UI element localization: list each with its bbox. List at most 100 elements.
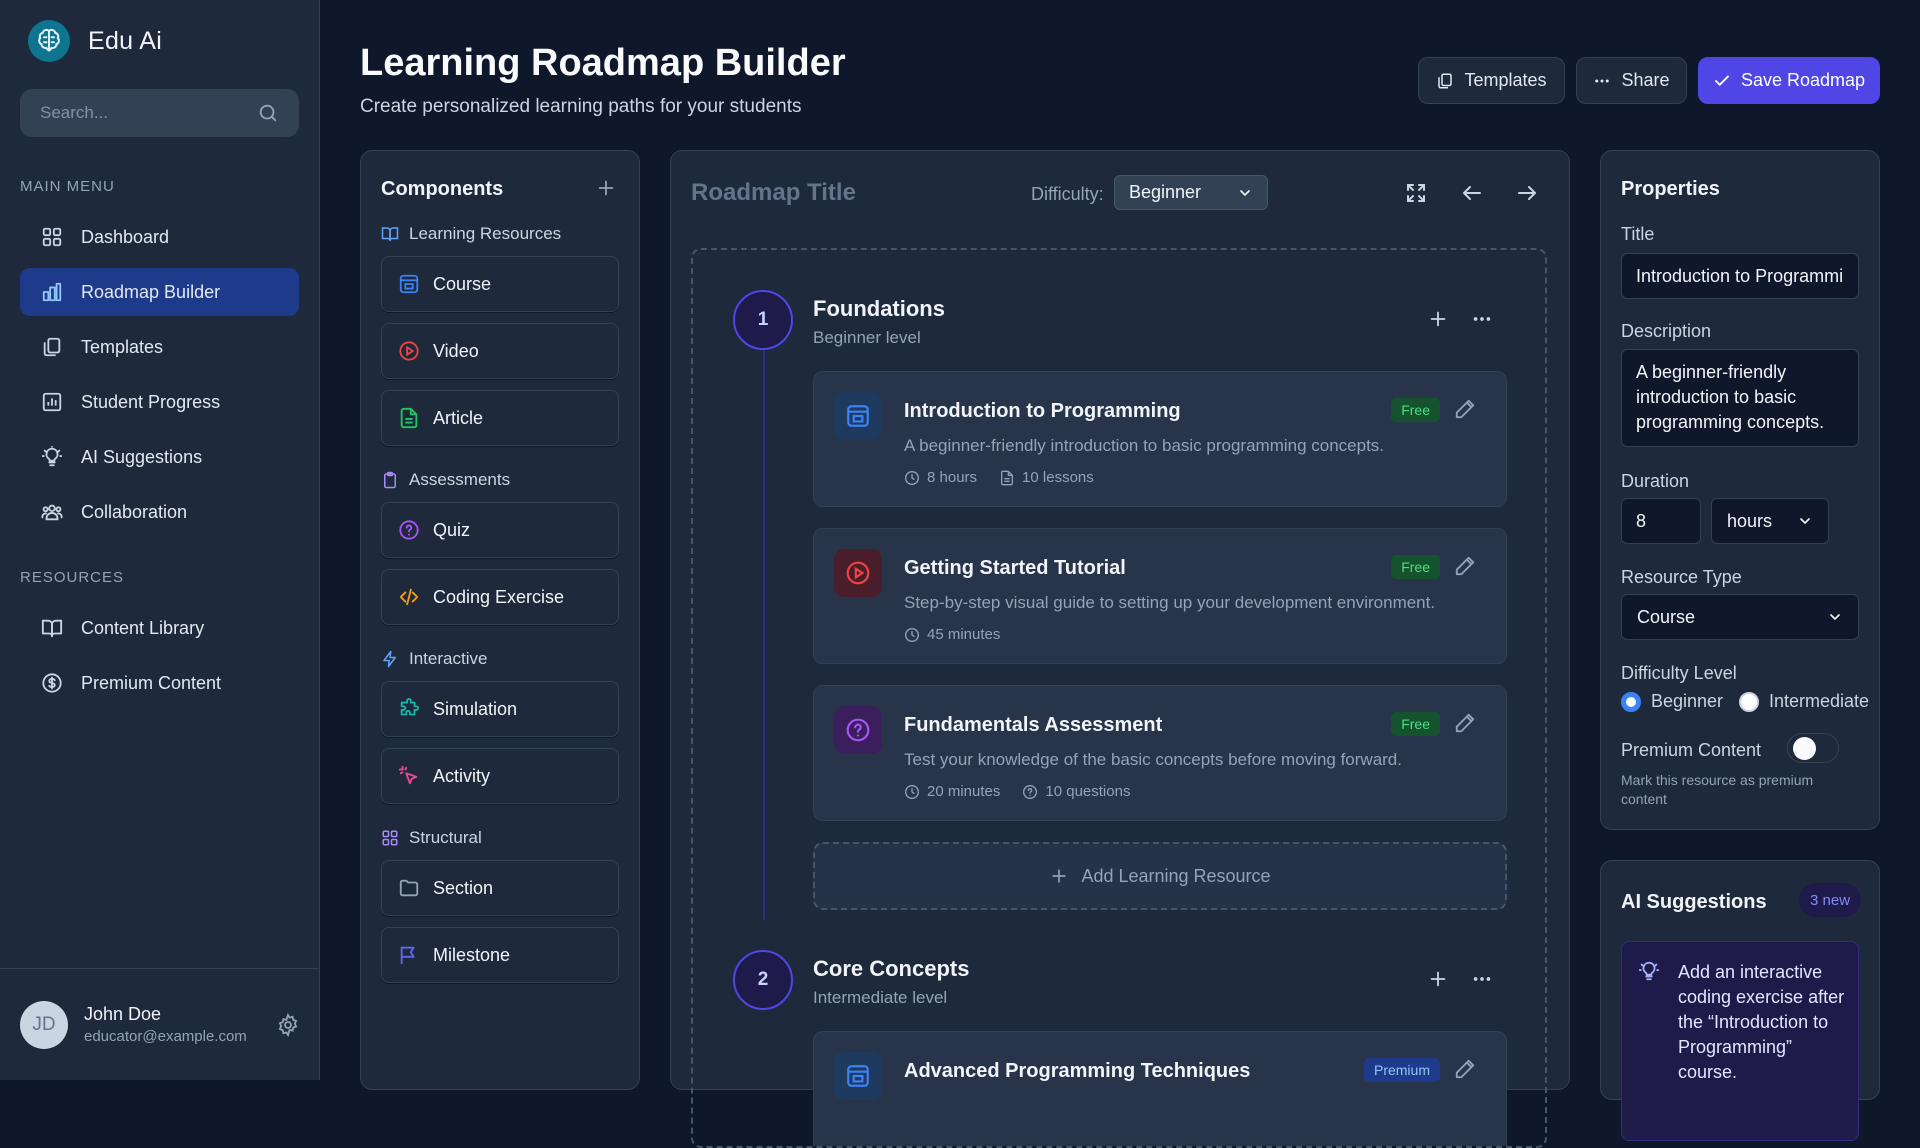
- resource-title: Getting Started Tutorial: [904, 557, 1126, 579]
- pencil-icon[interactable]: [1454, 555, 1476, 577]
- section-title[interactable]: Core Concepts: [813, 956, 969, 982]
- resource-description: Test your knowledge of the basic concept…: [904, 750, 1402, 769]
- book-icon: [41, 617, 63, 639]
- page-title: Learning Roadmap Builder: [360, 42, 846, 84]
- radio-beginner[interactable]: Beginner: [1621, 691, 1723, 712]
- add-learning-resource-button[interactable]: Add Learning Resource: [813, 842, 1507, 910]
- section-level: Intermediate level: [813, 988, 948, 1007]
- difficulty-level-label: Difficulty Level: [1621, 663, 1737, 683]
- suggestion-text: Add an interactive coding exercise after…: [1678, 962, 1845, 1082]
- components-panel: Components Learning Resources Course Vid…: [360, 150, 640, 1090]
- resource-card[interactable]: Advanced Programming Techniques Premium: [813, 1031, 1507, 1146]
- group-structural: Structural: [381, 828, 482, 848]
- resource-title: Introduction to Programming: [904, 400, 1181, 422]
- arrow-left-icon[interactable]: [1459, 181, 1485, 205]
- arrow-right-icon[interactable]: [1514, 181, 1540, 205]
- difficulty-select[interactable]: Beginner: [1114, 175, 1268, 210]
- component-simulation[interactable]: Simulation: [381, 681, 619, 737]
- resource-title: Fundamentals Assessment: [904, 714, 1163, 736]
- component-activity[interactable]: Activity: [381, 748, 619, 804]
- duration-unit-select[interactable]: hours: [1711, 498, 1829, 544]
- templates-button[interactable]: Templates: [1418, 57, 1565, 104]
- section-title[interactable]: Foundations: [813, 296, 945, 322]
- clock-icon: [904, 470, 920, 486]
- component-label: Quiz: [433, 519, 471, 540]
- clock-icon: [904, 627, 920, 643]
- section-number: 1: [733, 290, 793, 350]
- resource-card[interactable]: Introduction to Programming Free A begin…: [813, 371, 1507, 507]
- nav-item-roadmap-builder[interactable]: Roadmap Builder: [20, 268, 299, 316]
- search-icon[interactable]: [257, 102, 279, 124]
- description-textarea[interactable]: A beginner-friendly introduction to basi…: [1621, 349, 1859, 447]
- section-level: Beginner level: [813, 328, 921, 347]
- resource-type-select[interactable]: Course: [1621, 594, 1859, 640]
- more-horizontal-icon[interactable]: [1471, 308, 1493, 330]
- premium-toggle[interactable]: [1787, 733, 1839, 763]
- roadmap-canvas[interactable]: 1 Foundations Beginner level Introductio…: [691, 248, 1547, 1148]
- nav-item-ai-suggestions[interactable]: AI Suggestions: [20, 433, 299, 481]
- nav-item-content-library[interactable]: Content Library: [20, 604, 299, 652]
- share-button[interactable]: Share: [1576, 57, 1687, 104]
- component-label: Activity: [433, 765, 491, 786]
- component-quiz[interactable]: Quiz: [381, 502, 619, 558]
- avatar[interactable]: JD: [20, 1000, 68, 1049]
- suggestion-card[interactable]: Add an interactive coding exercise after…: [1621, 941, 1859, 1141]
- clipboard-icon: [381, 471, 399, 489]
- more-horizontal-icon[interactable]: [1471, 968, 1493, 990]
- plus-icon[interactable]: [595, 177, 617, 199]
- nav-item-collaboration[interactable]: Collaboration: [20, 488, 299, 536]
- clock-icon: [904, 784, 920, 800]
- fullscreen-icon[interactable]: [1404, 181, 1428, 205]
- nav-item-dashboard[interactable]: Dashboard: [20, 213, 299, 261]
- properties-panel: Properties Title Description A beginner-…: [1600, 150, 1880, 830]
- difficulty-label: Difficulty:: [1031, 184, 1104, 204]
- radio-selected-icon: [1621, 691, 1641, 712]
- questions: 10 questions: [1045, 783, 1131, 800]
- search-input[interactable]: [40, 103, 240, 123]
- add-icon[interactable]: [1427, 308, 1449, 330]
- puzzle-icon: [398, 698, 420, 720]
- nav-item-premium-content[interactable]: Premium Content: [20, 659, 299, 707]
- folder-icon: [398, 877, 420, 899]
- nav-label: AI Suggestions: [81, 446, 203, 467]
- pencil-icon[interactable]: [1454, 398, 1476, 420]
- title-input[interactable]: [1621, 253, 1859, 299]
- pencil-icon[interactable]: [1454, 712, 1476, 734]
- question-circle-icon: [1022, 784, 1038, 800]
- ai-suggestions-panel: AI Suggestions 3 new Add an interactive …: [1600, 860, 1880, 1141]
- radio-intermediate[interactable]: Intermediate: [1739, 691, 1869, 712]
- resource-description: Step-by-step visual guide to setting up …: [904, 593, 1436, 612]
- group-label: Structural: [409, 828, 482, 847]
- group-assessments: Assessments: [381, 470, 510, 490]
- title-label: Title: [1621, 224, 1655, 244]
- component-course[interactable]: Course: [381, 256, 619, 312]
- brand[interactable]: Edu Ai: [28, 20, 162, 62]
- component-video[interactable]: Video: [381, 323, 619, 379]
- layout-icon: [381, 829, 399, 847]
- nav-item-templates[interactable]: Templates: [20, 323, 299, 371]
- duration-input[interactable]: [1621, 498, 1701, 544]
- resource-card[interactable]: Getting Started Tutorial Free Step-by-st…: [813, 528, 1507, 664]
- save-label: Save Roadmap: [1740, 70, 1866, 90]
- properties-title: Properties: [1621, 178, 1720, 200]
- component-section[interactable]: Section: [381, 860, 619, 916]
- add-icon[interactable]: [1427, 968, 1449, 990]
- nav-item-student-progress[interactable]: Student Progress: [20, 378, 299, 426]
- resource-card[interactable]: Fundamentals Assessment Free Test your k…: [813, 685, 1507, 821]
- component-label: Video: [433, 340, 479, 361]
- resource-description: A beginner-friendly introduction to basi…: [904, 436, 1385, 455]
- pencil-icon[interactable]: [1454, 1058, 1476, 1080]
- premium-badge: Premium: [1363, 1058, 1440, 1082]
- chevron-down-icon: [1827, 609, 1843, 625]
- share-label: Share: [1621, 70, 1670, 90]
- user-email: educator@example.com: [84, 1028, 247, 1045]
- component-milestone[interactable]: Milestone: [381, 927, 619, 983]
- nav-label: Content Library: [81, 617, 205, 638]
- resource-meta: 8 hours 10 lessons: [904, 469, 1094, 486]
- roadmap-title[interactable]: Roadmap Title: [691, 179, 856, 207]
- component-coding-exercise[interactable]: Coding Exercise: [381, 569, 619, 625]
- component-article[interactable]: Article: [381, 390, 619, 446]
- save-roadmap-button[interactable]: Save Roadmap: [1698, 57, 1880, 104]
- difficulty-value: Beginner: [1129, 182, 1202, 202]
- gear-icon[interactable]: [276, 1012, 300, 1037]
